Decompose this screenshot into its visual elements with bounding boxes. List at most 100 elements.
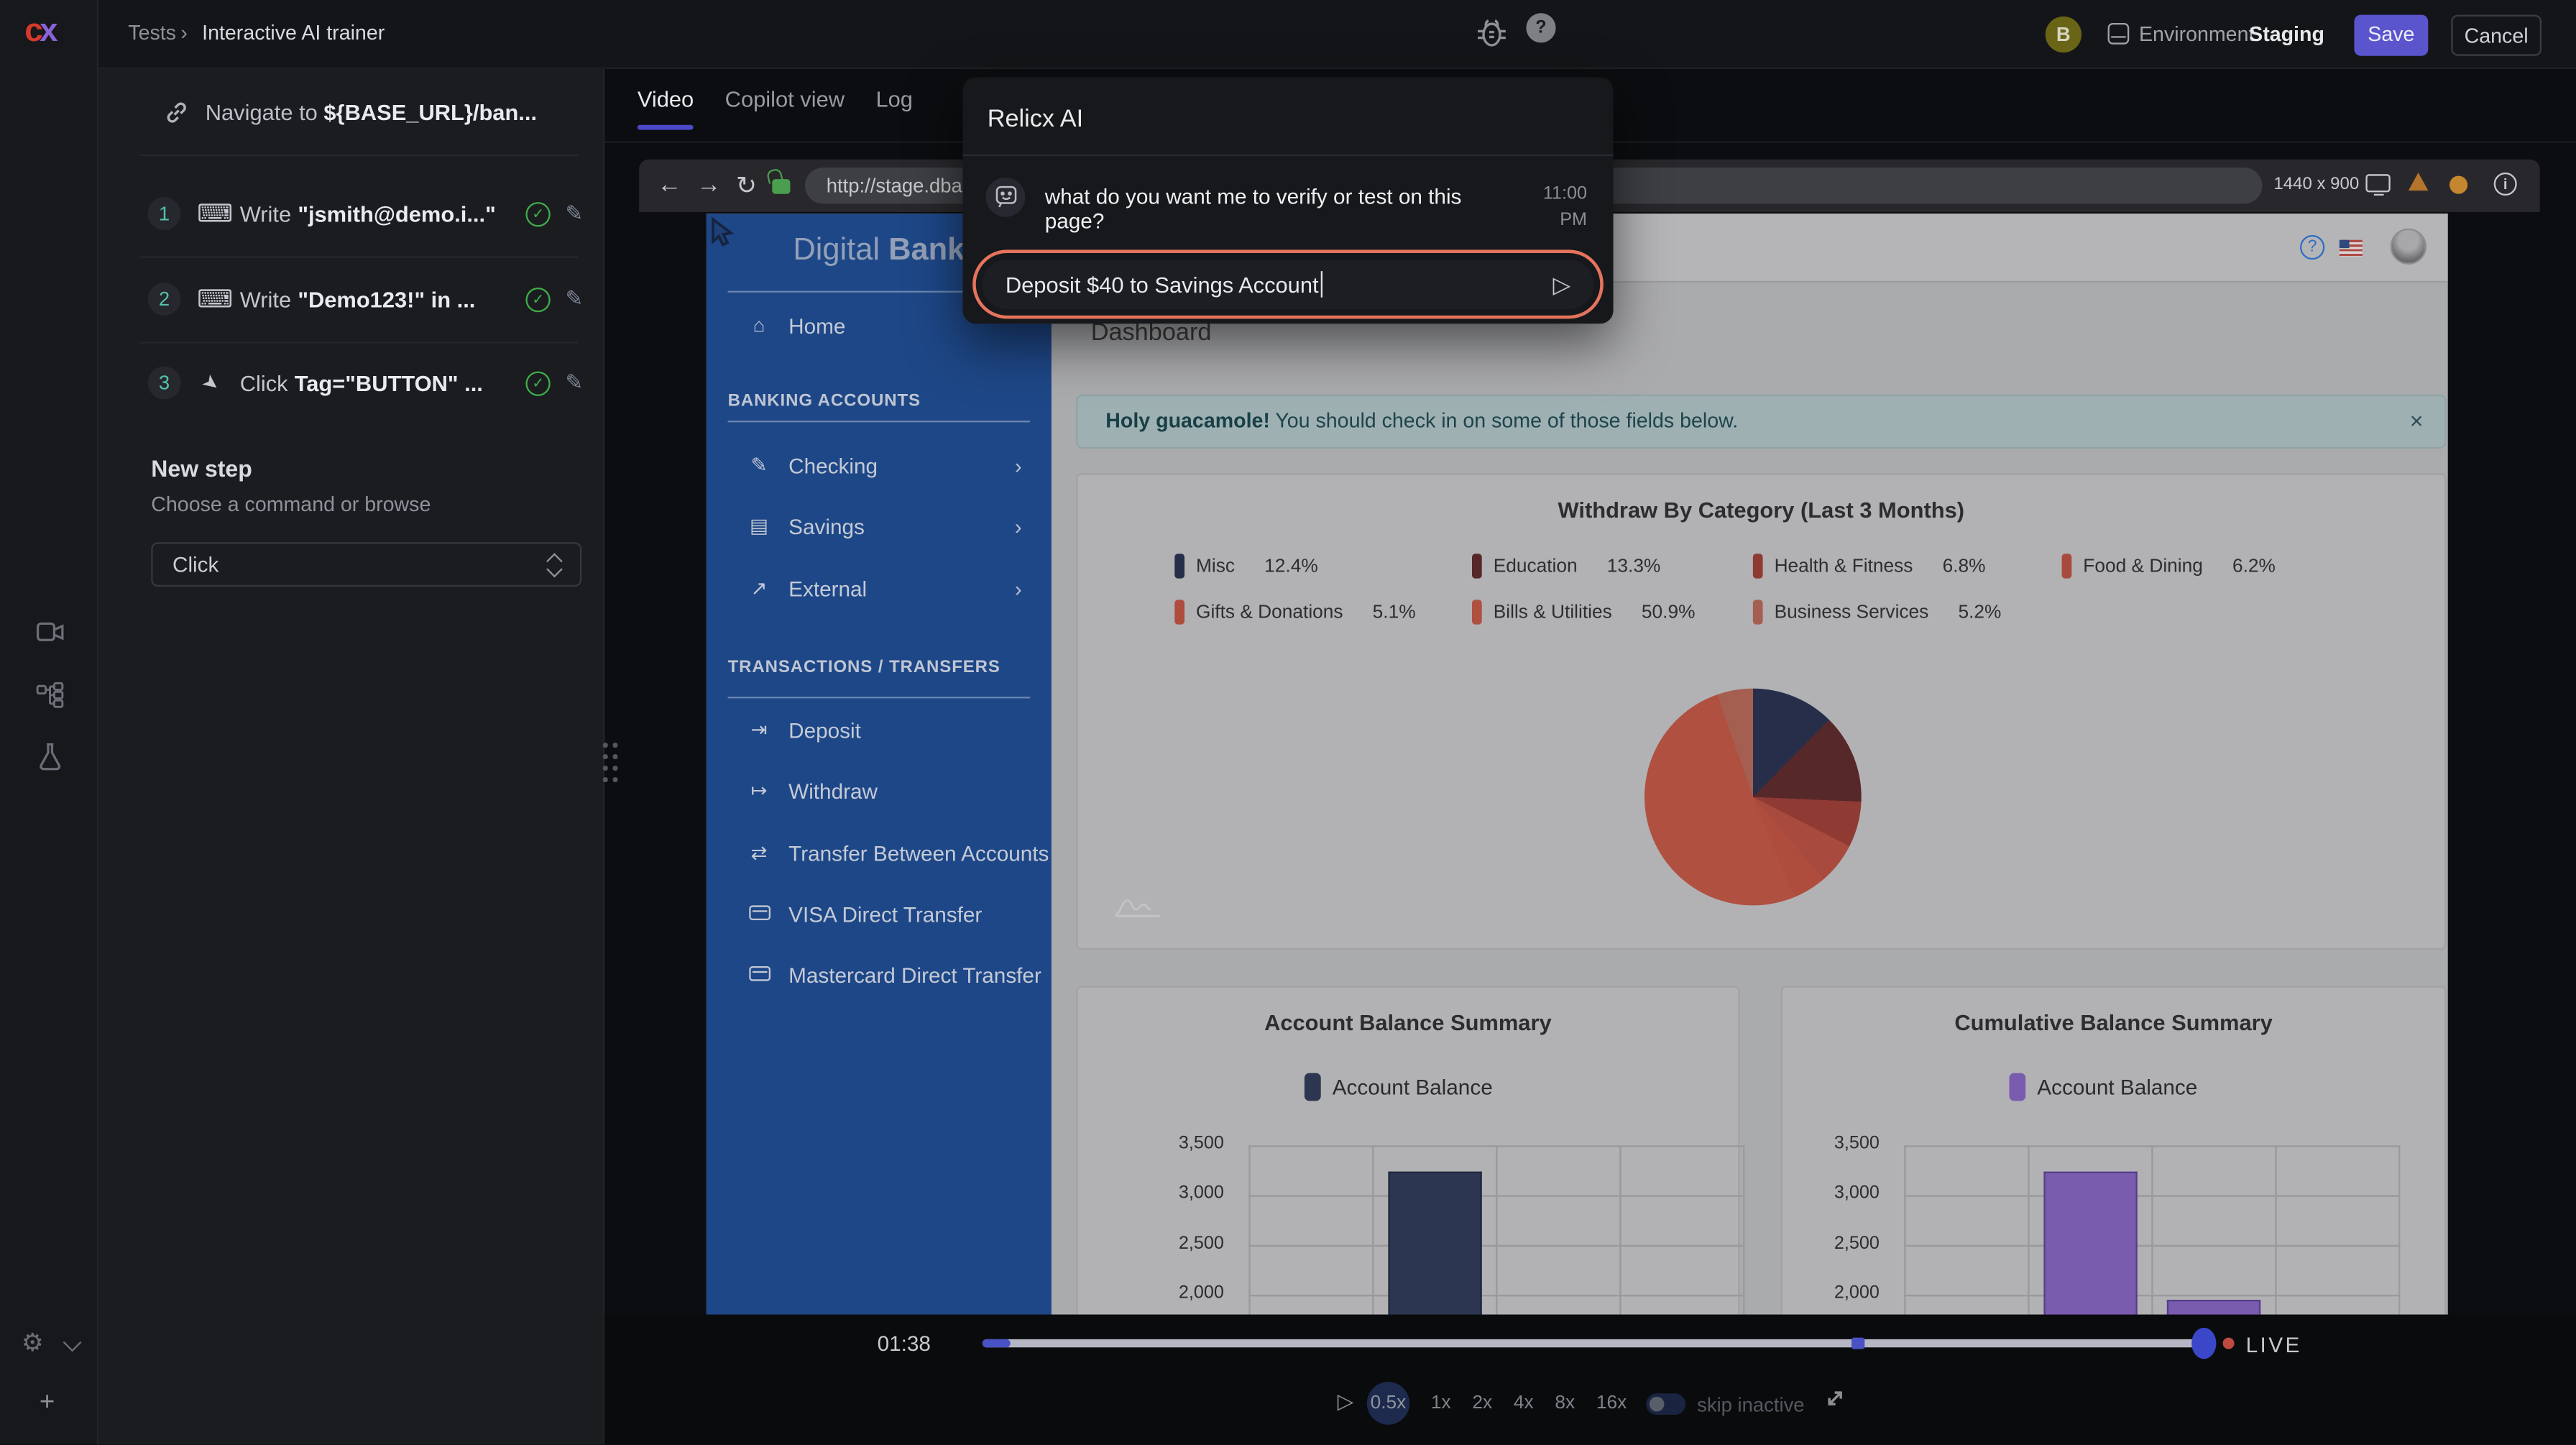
browser-back-button[interactable]: ←: [657, 171, 681, 199]
breadcrumb-tests[interactable]: Tests: [128, 22, 176, 45]
recordings-icon[interactable]: [36, 621, 64, 643]
credit-card-icon: [748, 966, 770, 981]
bank-nav-transfer-between-accounts[interactable]: ⇄Transfer Between Accounts: [707, 836, 1052, 869]
monitor-icon[interactable]: [2365, 174, 2390, 192]
bank-nav-withdraw[interactable]: ↦Withdraw: [707, 774, 1052, 807]
legend-item[interactable]: Misc12.4%: [1174, 554, 1472, 578]
live-dot: [2223, 1338, 2235, 1349]
edit-step-icon[interactable]: ✎: [566, 370, 584, 396]
browser-reload-button[interactable]: ↻: [736, 171, 757, 201]
bank-nav-checking[interactable]: ✎Checking›: [707, 449, 1052, 482]
sparkline-icon[interactable]: [1114, 894, 1164, 918]
skip-inactive-toggle[interactable]: [1646, 1393, 1685, 1415]
speed-16x[interactable]: 16x: [1596, 1393, 1627, 1413]
bar: [1388, 1171, 1481, 1314]
tab-video[interactable]: Video: [638, 87, 694, 125]
pie-legend-row-1: Misc12.4%Education13.3%Health & Fitness6…: [1174, 554, 2358, 578]
step-row[interactable]: 3➤ClickTag="BUTTON" ...✓✎: [148, 362, 584, 404]
play-button[interactable]: ▷: [1338, 1388, 1354, 1415]
skip-inactive-label: skip inactive: [1697, 1393, 1804, 1416]
timeline-scrubber-knob[interactable]: [2191, 1328, 2216, 1359]
step-success-icon[interactable]: ✓: [526, 201, 551, 226]
cancel-button[interactable]: Cancel: [2451, 15, 2542, 56]
legend-item[interactable]: Bills & Utilities50.9%: [1472, 600, 1753, 624]
bank-help-icon[interactable]: ?: [2300, 235, 2324, 260]
legend-label: Education: [1494, 556, 1578, 576]
left-icon-rail: cx ⚙ +: [0, 0, 98, 1445]
navigate-label: Navigate to ${BASE_URL}/ban...: [206, 99, 537, 124]
bar-chart-legend: Account Balance: [2009, 1073, 2197, 1101]
timeline-event-marker[interactable]: [1852, 1338, 1864, 1349]
speed-8x[interactable]: 8x: [1555, 1393, 1575, 1413]
legend-item[interactable]: Gifts & Donations5.1%: [1174, 600, 1472, 624]
live-label[interactable]: LIVE: [2246, 1333, 2302, 1357]
bank-nav-external[interactable]: ↗External›: [707, 572, 1052, 605]
withdraw-pie-chart: [1644, 689, 1862, 906]
status-dot-icon[interactable]: [2450, 176, 2467, 194]
speed-2x[interactable]: 2x: [1472, 1393, 1492, 1413]
home-icon: ⌂: [753, 314, 765, 337]
tests-icon[interactable]: [38, 743, 63, 771]
user-avatar[interactable]: B: [2046, 17, 2082, 52]
legend-item[interactable]: Health & Fitness6.8%: [1753, 554, 2062, 578]
panel-resize-handle[interactable]: [599, 741, 619, 781]
bank-nav-visa-direct-transfer[interactable]: VISA Direct Transfer: [707, 897, 1052, 930]
chat-bubble-icon: [985, 178, 1025, 217]
withdraw-category-card: Withdraw By Category (Last 3 Months) Mis…: [1076, 473, 2446, 950]
browser-forward-button[interactable]: →: [696, 171, 721, 199]
tab-log[interactable]: Log: [875, 87, 913, 125]
y-axis-tick: 2,000: [1794, 1283, 1880, 1303]
chevron-right-icon: ›: [1015, 576, 1022, 600]
flows-icon[interactable]: [36, 682, 64, 709]
language-flag-icon[interactable]: [2340, 240, 2363, 257]
environment-value[interactable]: Staging: [2249, 23, 2324, 46]
info-icon[interactable]: i: [2494, 173, 2517, 196]
legend-swatch: [1174, 554, 1184, 578]
bank-nav-mastercard-direct-transfer[interactable]: Mastercard Direct Transfer: [707, 958, 1052, 991]
alert-close-button[interactable]: ×: [2410, 396, 2424, 447]
link-icon: [165, 99, 189, 124]
y-axis-tick: 3,500: [1138, 1134, 1224, 1153]
add-button[interactable]: +: [40, 1388, 55, 1418]
send-icon[interactable]: ▷: [1553, 270, 1571, 298]
step-success-icon[interactable]: ✓: [526, 370, 551, 395]
legend-item[interactable]: Business Services5.2%: [1753, 600, 2062, 624]
y-axis-tick: 2,500: [1794, 1234, 1880, 1253]
edit-step-icon[interactable]: ✎: [566, 286, 584, 313]
bank-nav-label: Home: [788, 313, 845, 337]
step-row[interactable]: 1⌨Write"jsmith@demo.i..."✓✎: [148, 192, 584, 234]
help-icon[interactable]: ?: [1526, 13, 1555, 42]
divider: [139, 257, 578, 258]
timeline-track[interactable]: [983, 1339, 2203, 1347]
speed-0.5x[interactable]: 0.5x: [1367, 1382, 1409, 1424]
app-logo[interactable]: cx: [24, 13, 55, 51]
navigate-step[interactable]: Navigate to ${BASE_URL}/ban...: [165, 91, 592, 133]
legend-item[interactable]: Education13.3%: [1472, 554, 1753, 578]
bank-nav-deposit[interactable]: ⇥Deposit: [707, 713, 1052, 746]
debug-bug-icon[interactable]: [1473, 13, 1509, 52]
speed-4x[interactable]: 4x: [1514, 1393, 1534, 1413]
edit-step-icon[interactable]: ✎: [566, 201, 584, 227]
step-label: Write"Demo123!" in ...: [240, 287, 526, 311]
video-viewport[interactable]: Digital Bank ⌂HomeBANKING ACCOUNTS✎Check…: [707, 214, 2448, 1314]
warning-triangle-icon[interactable]: [2409, 173, 2428, 191]
breadcrumb-separator: ›: [180, 22, 188, 45]
divider: [139, 155, 578, 156]
tab-copilot-view[interactable]: Copilot view: [725, 87, 845, 125]
save-button[interactable]: Save: [2354, 15, 2428, 56]
settings-gear-icon[interactable]: ⚙: [22, 1328, 44, 1357]
step-row[interactable]: 2⌨Write"Demo123!" in ...✓✎: [148, 277, 584, 320]
command-select[interactable]: Click: [151, 542, 581, 587]
legend-item[interactable]: Food & Dining6.2%: [2062, 554, 2358, 578]
chevron-down-icon[interactable]: [63, 1333, 82, 1352]
bank-user-avatar[interactable]: [2391, 229, 2426, 265]
bank-nav-label: VISA Direct Transfer: [788, 902, 982, 926]
environment-icon: [2108, 23, 2130, 45]
step-success-icon[interactable]: ✓: [526, 287, 551, 311]
bar-chart-legend: Account Balance: [1305, 1073, 1493, 1101]
ai-prompt-input[interactable]: Deposit $40 to Savings Account ▷: [983, 260, 1593, 309]
speed-1x[interactable]: 1x: [1431, 1393, 1451, 1413]
fullscreen-icon[interactable]: [1823, 1387, 1846, 1410]
cumulative-balance-card: Cumulative Balance Summary Account Balan…: [1781, 986, 2447, 1314]
bank-nav-savings[interactable]: ▤Savings›: [707, 510, 1052, 543]
